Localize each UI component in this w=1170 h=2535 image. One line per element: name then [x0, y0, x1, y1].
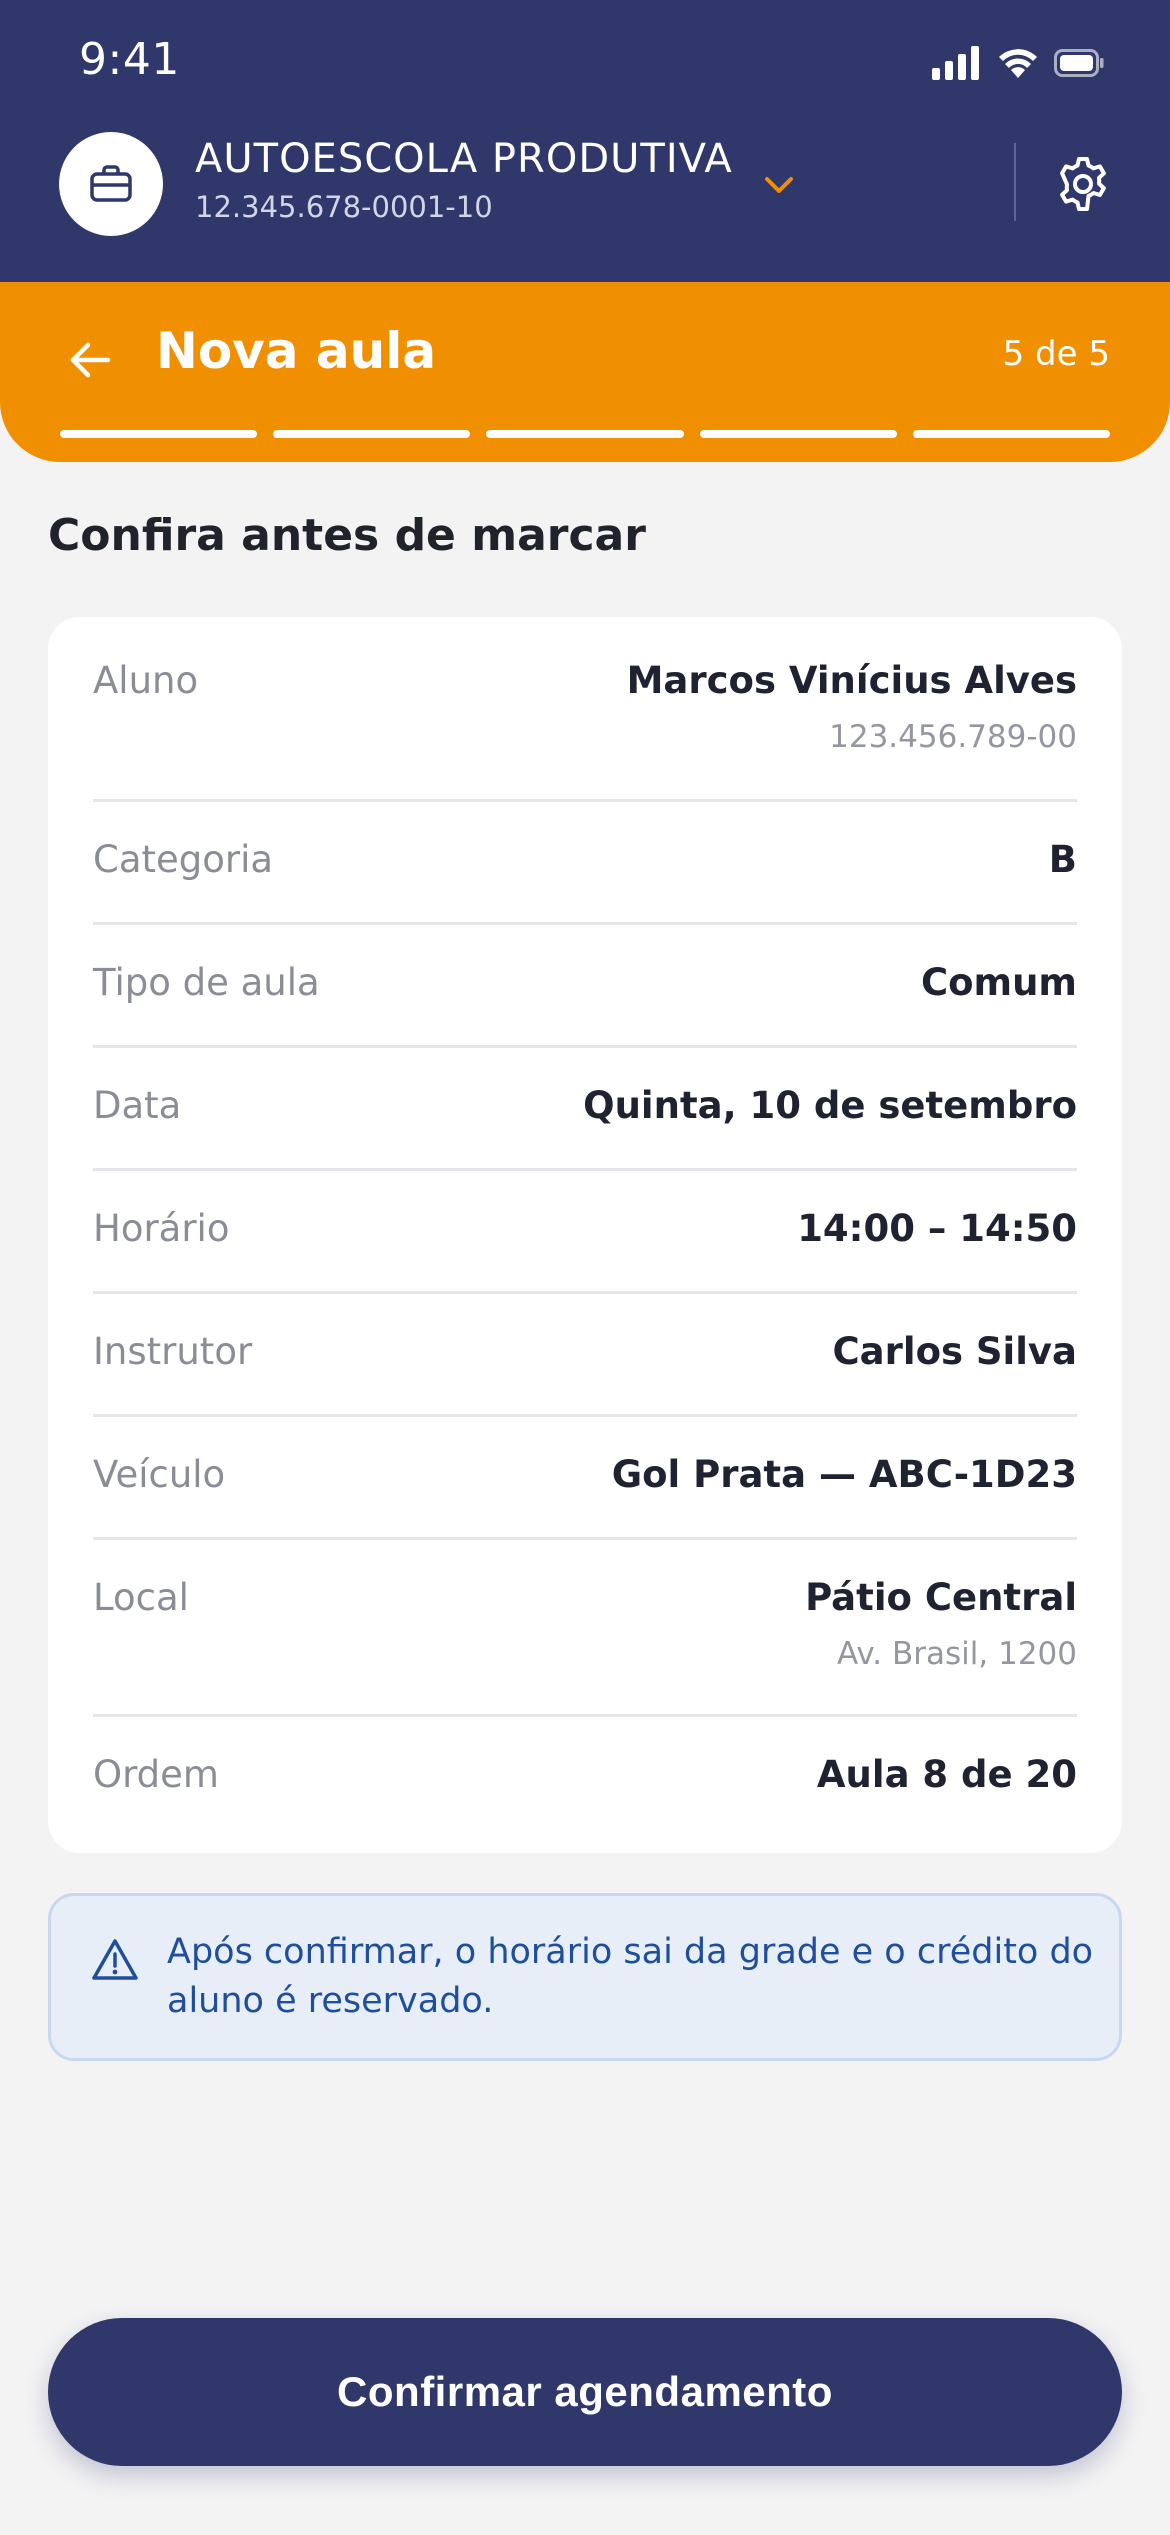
wifi-icon	[999, 49, 1037, 78]
summary-row-categoria: Categoria B	[93, 802, 1077, 925]
summary-row-veiculo: Veículo Gol Prata — ABC-1D23	[93, 1417, 1077, 1540]
row-label: Data	[93, 1084, 182, 1127]
status-time: 9:41	[79, 34, 180, 85]
summary-row-horario: Horário 14:00 – 14:50	[93, 1171, 1077, 1294]
summary-row-ordem: Ordem Aula 8 de 20	[93, 1717, 1077, 1847]
notice-text: Após confirmar, o horário sai da grade e…	[167, 1932, 1094, 2021]
gear-icon[interactable]	[1053, 154, 1113, 214]
chevron-down-icon[interactable]	[759, 170, 799, 200]
step-header: Nova aula 5 de 5	[0, 282, 1170, 462]
row-label: Local	[93, 1576, 189, 1619]
signal-icon	[932, 46, 979, 80]
progress-segment	[699, 430, 897, 438]
progress-segment	[273, 430, 471, 438]
summary-row-data: Data Quinta, 10 de setembro	[93, 1048, 1077, 1171]
row-value: 14:00 – 14:50	[797, 1207, 1077, 1250]
back-arrow-icon[interactable]	[64, 334, 116, 386]
row-value: Carlos Silva	[832, 1330, 1077, 1373]
row-value: Aula 8 de 20	[816, 1753, 1077, 1796]
summary-row-aluno: Aluno Marcos Vinícius Alves 123.456.789-…	[93, 617, 1077, 802]
row-subvalue: Av. Brasil, 1200	[836, 1636, 1077, 1672]
row-label: Veículo	[93, 1453, 226, 1496]
row-label: Instrutor	[93, 1330, 253, 1373]
notice-banner: Após confirmar, o horário sai da grade e…	[48, 1893, 1122, 2061]
account-avatar	[59, 132, 163, 236]
row-label: Tipo de aula	[93, 961, 320, 1004]
app-header: 9:41 AUTOESCOLA PRODUTIVA 12.345.678-000…	[0, 0, 1170, 300]
status-icons	[932, 46, 1104, 80]
confirm-booking-button[interactable]: Confirmar agendamento	[48, 2318, 1122, 2466]
account-cnpj: 12.345.678-0001-10	[195, 190, 493, 224]
summary-row-tipo: Tipo de aula Comum	[93, 925, 1077, 1048]
row-value: Marcos Vinícius Alves	[626, 659, 1077, 702]
step-counter: 5 de 5	[1002, 334, 1110, 374]
row-value: Quinta, 10 de setembro	[583, 1084, 1077, 1127]
row-label: Ordem	[93, 1753, 219, 1796]
row-value: B	[1048, 838, 1077, 881]
progress-segment	[486, 430, 684, 438]
row-subvalue: 123.456.789-00	[829, 719, 1077, 755]
row-value: Pátio Central	[805, 1576, 1077, 1619]
progress-segment	[912, 430, 1111, 438]
summary-row-local: Local Pátio Central Av. Brasil, 1200	[93, 1540, 1077, 1717]
row-label: Aluno	[93, 659, 199, 702]
account-selector[interactable]: AUTOESCOLA PRODUTIVA 12.345.678-0001-10	[59, 132, 1059, 236]
warning-icon	[92, 1939, 138, 1980]
row-value: Gol Prata — ABC-1D23	[611, 1453, 1077, 1496]
battery-icon	[1054, 49, 1104, 77]
row-label: Horário	[93, 1207, 230, 1250]
briefcase-icon	[90, 165, 132, 202]
step-progress	[60, 430, 1111, 438]
row-value: Comum	[920, 961, 1077, 1004]
header-divider	[1014, 143, 1016, 221]
row-label: Categoria	[93, 838, 274, 881]
page-title: Nova aula	[156, 322, 437, 380]
summary-card: Aluno Marcos Vinícius Alves 123.456.789-…	[48, 617, 1122, 1853]
progress-segment	[60, 430, 258, 438]
account-name: AUTOESCOLA PRODUTIVA	[195, 136, 733, 182]
section-title: Confira antes de marcar	[48, 510, 646, 561]
status-bar: 9:41	[0, 0, 1170, 120]
summary-row-instrutor: Instrutor Carlos Silva	[93, 1294, 1077, 1417]
